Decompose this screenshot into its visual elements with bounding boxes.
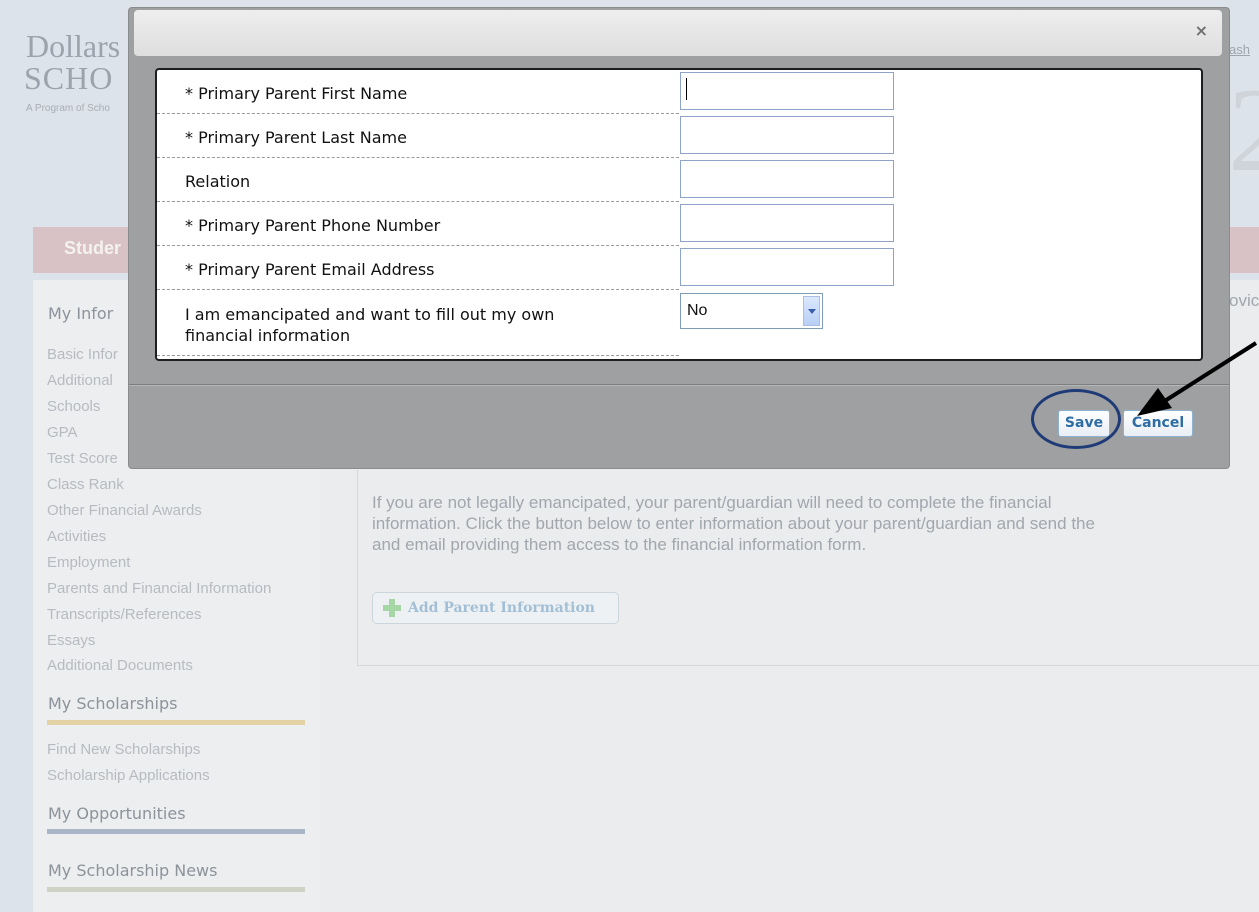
sidebar-item-additional-documents[interactable]: Additional Documents xyxy=(47,657,193,674)
decorative-glyph: 2 xyxy=(1228,63,1259,196)
sidebar-item-scholarship-applications[interactable]: Scholarship Applications xyxy=(47,767,210,784)
chevron-down-icon[interactable] xyxy=(803,296,820,326)
info-line-1: If you are not legally emancipated, your… xyxy=(372,493,1052,512)
first-name-label: * Primary Parent First Name xyxy=(185,84,408,103)
add-parent-information-label: Add Parent Information xyxy=(408,600,595,616)
last-name-field[interactable] xyxy=(680,116,894,154)
email-address-label: * Primary Parent Email Address xyxy=(185,260,435,279)
sidebar-heading-my-scholarships[interactable]: My Scholarships xyxy=(48,694,177,713)
right-fragment-text: ovic xyxy=(1229,291,1259,310)
parent-info-form: * Primary Parent First Name * Primary Pa… xyxy=(155,68,1203,361)
section-divider-scholarships xyxy=(47,720,305,725)
cancel-button[interactable]: Cancel xyxy=(1123,410,1193,437)
sidebar-item-find-new-scholarships[interactable]: Find New Scholarships xyxy=(47,741,200,758)
section-divider-news xyxy=(47,887,305,892)
emancipated-label: I am emancipated and want to fill out my… xyxy=(185,304,554,346)
info-line-2: information. Click the button below to e… xyxy=(372,514,1095,533)
financial-info-text: If you are not legally emancipated, your… xyxy=(372,492,1259,555)
sidebar-heading-my-information[interactable]: My Infor xyxy=(48,304,113,323)
form-row: I am emancipated and want to fill out my… xyxy=(157,290,679,356)
phone-number-label: * Primary Parent Phone Number xyxy=(185,216,441,235)
emancipated-label-line-2: financial information xyxy=(185,326,351,345)
sidebar-item-test-scores[interactable]: Test Score xyxy=(47,450,118,467)
form-row: * Primary Parent Last Name xyxy=(157,114,679,158)
sidebar-item-class-rank[interactable]: Class Rank xyxy=(47,476,124,493)
logo-line-2: SCHO xyxy=(24,60,114,96)
add-parent-information-button[interactable]: Add Parent Information xyxy=(372,592,619,624)
form-row: * Primary Parent First Name xyxy=(157,70,679,114)
form-row: * Primary Parent Phone Number xyxy=(157,202,679,246)
sidebar-heading-my-opportunities[interactable]: My Opportunities xyxy=(48,804,186,823)
form-row: * Primary Parent Email Address xyxy=(157,246,679,290)
emancipated-select[interactable]: No xyxy=(680,293,823,329)
form-row: Relation xyxy=(157,158,679,202)
relation-label: Relation xyxy=(185,172,251,191)
highlight-circle xyxy=(1031,389,1121,449)
emancipated-label-line-1: I am emancipated and want to fill out my… xyxy=(185,305,555,324)
sidebar-item-essays[interactable]: Essays xyxy=(47,632,95,649)
top-right-link[interactable]: ash xyxy=(1229,42,1250,57)
relation-field[interactable] xyxy=(680,160,894,198)
sidebar-item-gpa[interactable]: GPA xyxy=(47,424,78,441)
modal-divider-highlight xyxy=(129,385,1229,386)
logo-tagline: A Program of Scho xyxy=(26,103,110,114)
phone-number-field[interactable] xyxy=(680,204,894,242)
plus-icon xyxy=(383,599,401,617)
email-address-field[interactable] xyxy=(680,248,894,286)
sidebar-item-additional[interactable]: Additional xyxy=(47,372,113,389)
emancipated-select-value: No xyxy=(687,302,708,319)
last-name-label: * Primary Parent Last Name xyxy=(185,128,407,147)
sidebar-item-other-financial-awards[interactable]: Other Financial Awards xyxy=(47,502,202,519)
text-cursor xyxy=(686,78,687,100)
sidebar-heading-my-scholarship-news[interactable]: My Scholarship News xyxy=(48,861,217,880)
sidebar-item-transcripts[interactable]: Transcripts/References xyxy=(47,606,202,623)
sidebar-item-parents-financial[interactable]: Parents and Financial Information xyxy=(47,580,271,597)
info-line-3: and email providing them access to the f… xyxy=(372,535,867,554)
close-icon[interactable]: × xyxy=(1195,21,1208,40)
sidebar-item-activities[interactable]: Activities xyxy=(47,528,106,545)
student-header-title: Studer xyxy=(64,238,122,258)
modal-title-bar[interactable]: × xyxy=(134,10,1222,56)
sidebar-item-schools[interactable]: Schools xyxy=(47,398,100,415)
sidebar-item-employment[interactable]: Employment xyxy=(47,554,130,571)
section-divider-opportunities xyxy=(47,829,305,834)
sidebar-item-basic-information[interactable]: Basic Infor xyxy=(47,346,118,363)
first-name-field[interactable] xyxy=(680,72,894,110)
